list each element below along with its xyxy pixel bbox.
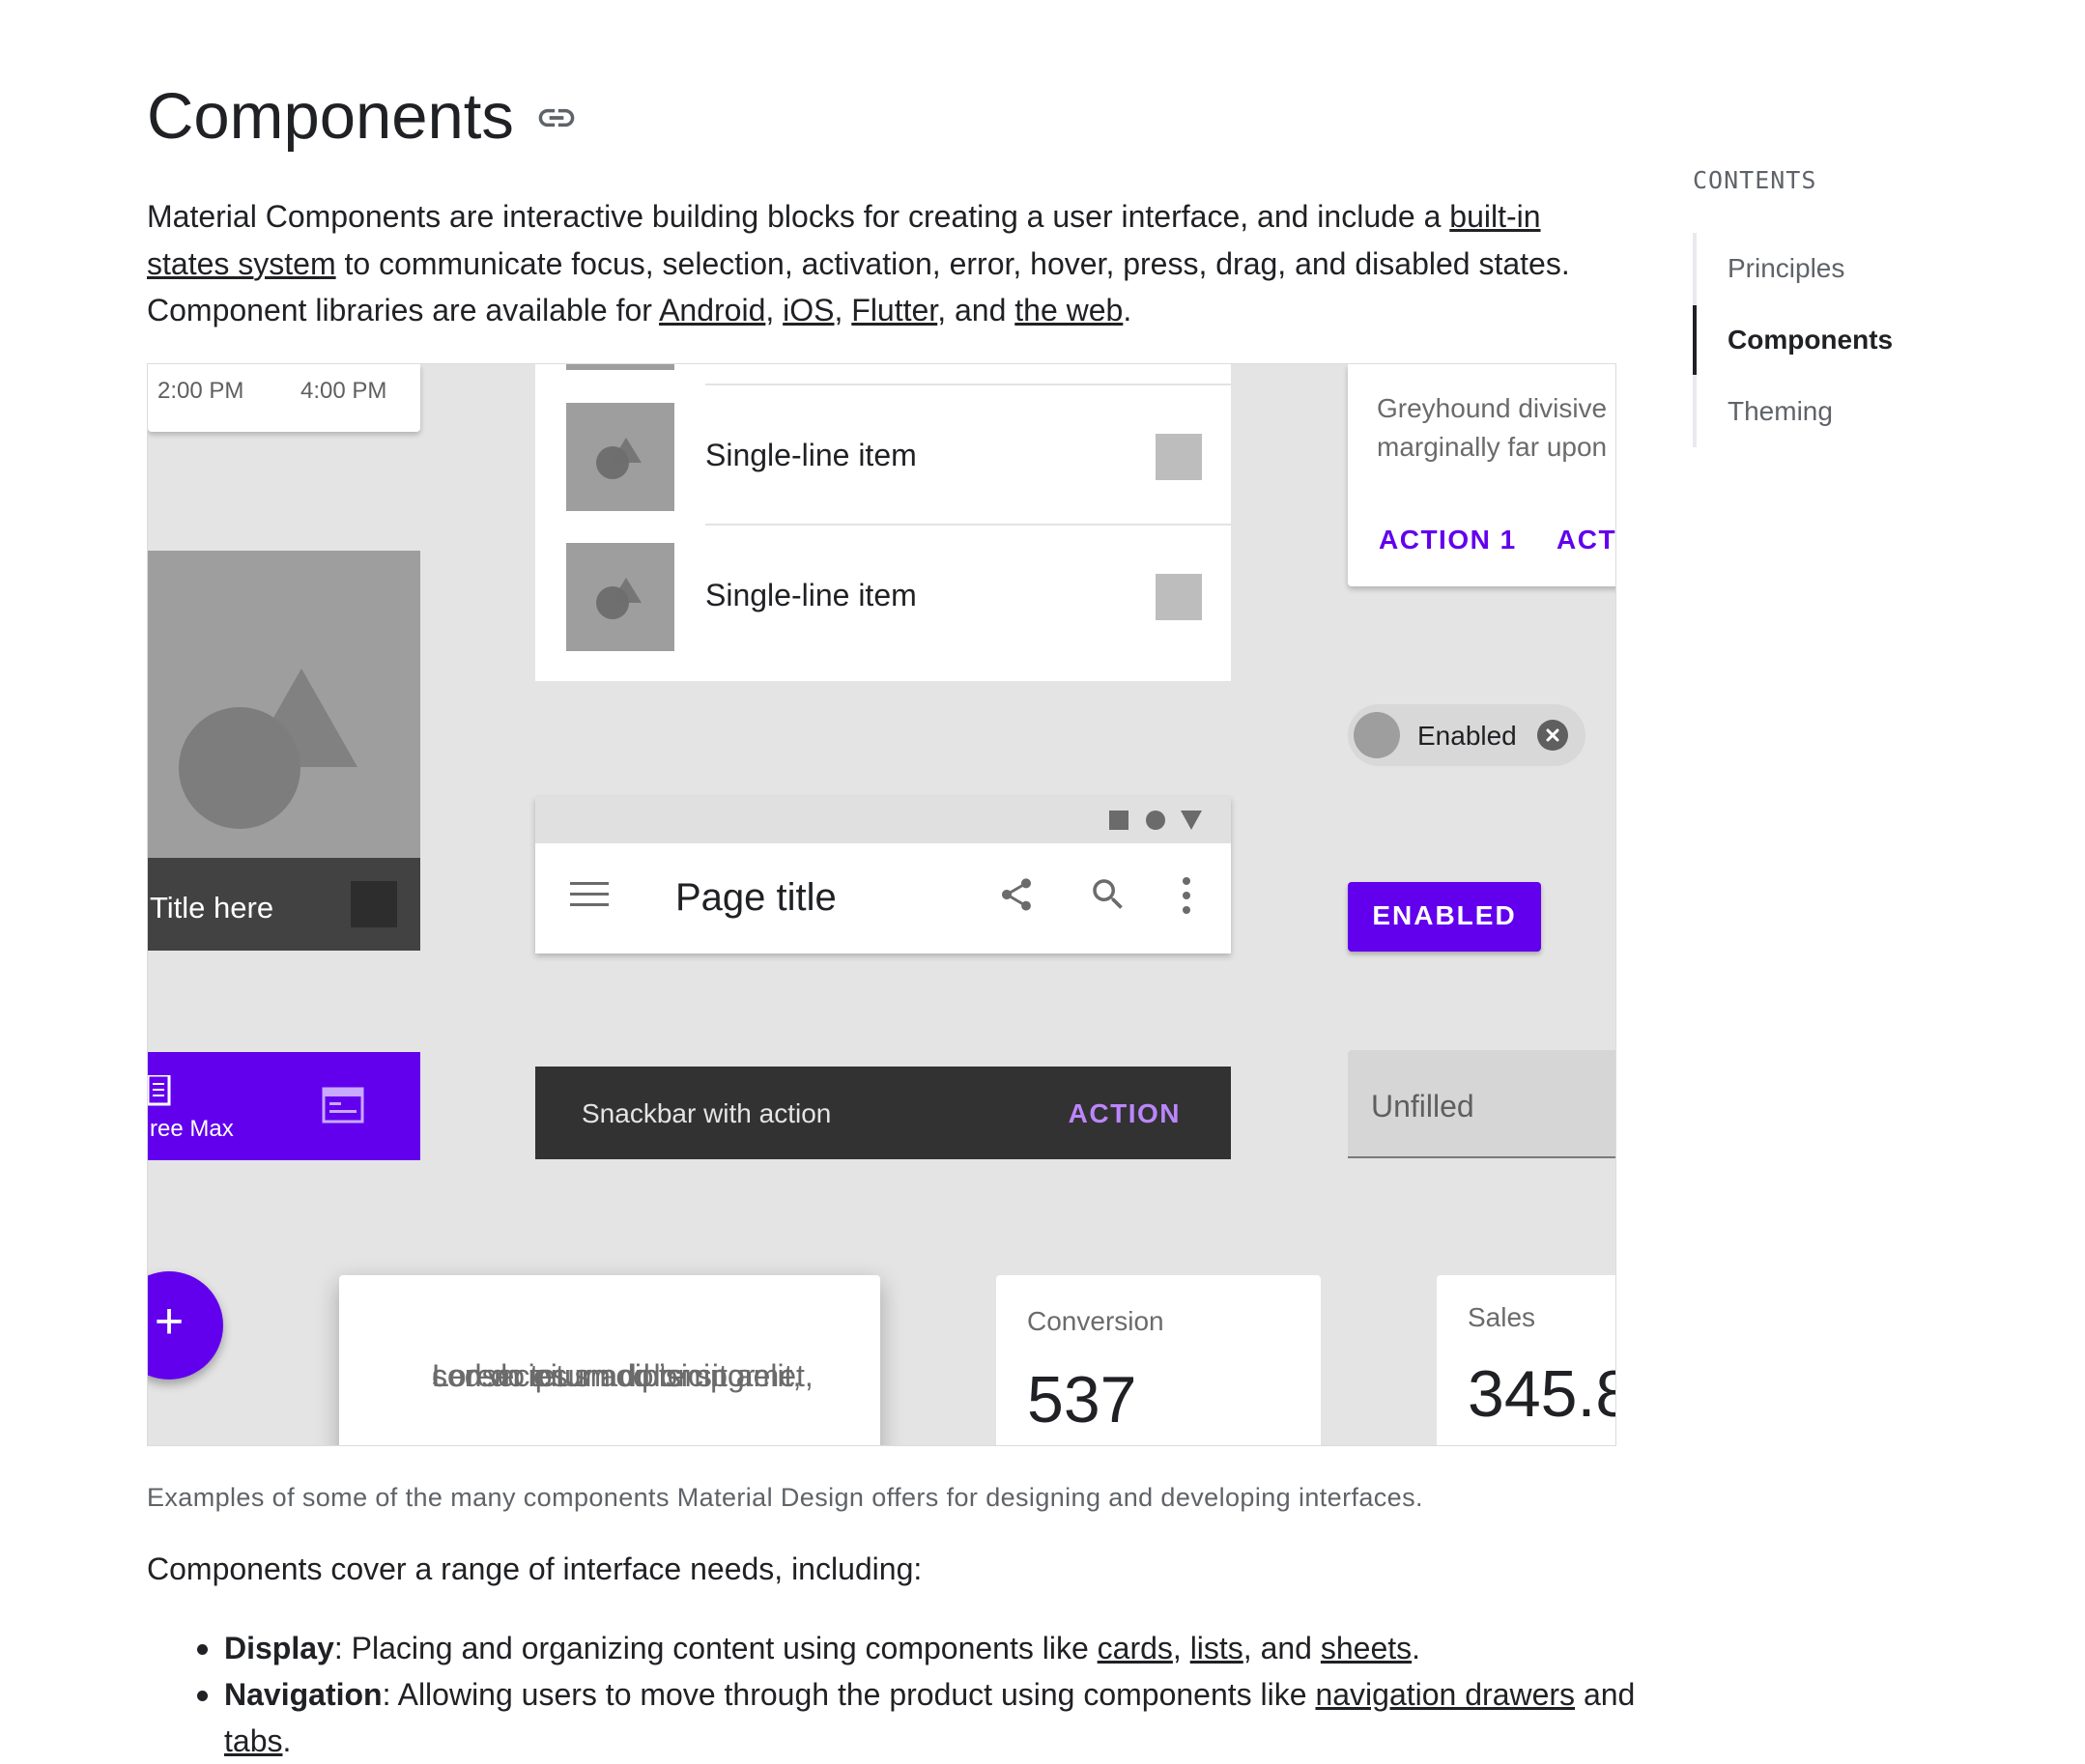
- intro-paragraph: Material Components are interactive buil…: [147, 193, 1615, 334]
- toc-item-components[interactable]: Components: [1728, 325, 1893, 356]
- toc-item-theming[interactable]: Theming: [1728, 396, 1833, 427]
- hero-caption: Examples of some of the many components …: [147, 1483, 1423, 1512]
- time-picker-card: 2:00 PM 4:00 PM: [148, 364, 420, 432]
- separator: ,: [1172, 1631, 1190, 1665]
- plus-icon: +: [154, 1294, 185, 1350]
- calendar-icon[interactable]: [322, 1085, 364, 1124]
- web-link[interactable]: the web: [1014, 293, 1123, 327]
- more-vert-icon[interactable]: [1181, 876, 1192, 915]
- cards-link[interactable]: cards: [1098, 1631, 1173, 1665]
- ios-link[interactable]: iOS: [783, 293, 834, 327]
- shapes-icon: [179, 669, 357, 829]
- enabled-button[interactable]: ENABLED: [1348, 882, 1541, 952]
- text-line: sed do eiusmod tempor: [432, 1358, 756, 1393]
- toc-title: CONTENTS: [1693, 166, 1817, 194]
- list-item-label[interactable]: Single-line item: [705, 438, 917, 473]
- chip-avatar: [1354, 712, 1400, 758]
- tabs-link[interactable]: tabs: [224, 1723, 282, 1758]
- sheets-link[interactable]: sheets: [1321, 1631, 1412, 1665]
- list-thumb-partial: [566, 364, 674, 370]
- text-card: Lorem ipsum dolor sit amet, consectetur …: [339, 1275, 880, 1445]
- status-bar: [535, 797, 1231, 843]
- search-icon[interactable]: [1088, 874, 1128, 915]
- snackbar: Snackbar with action ACTION: [535, 1067, 1231, 1159]
- separator: ,: [834, 293, 852, 327]
- link-icon[interactable]: [535, 97, 578, 139]
- bullet-text: : Placing and organizing content using c…: [333, 1631, 1098, 1665]
- sales-stat-card: Sales 345.8: [1437, 1275, 1616, 1445]
- bottom-navigation: ree Max: [148, 1052, 420, 1160]
- bullet-text: : Allowing users to move through the pro…: [382, 1677, 1316, 1712]
- bullet-term: Navigation: [224, 1677, 383, 1712]
- text-field-label: Unfilled: [1371, 1089, 1474, 1124]
- shapes-icon: [566, 543, 674, 651]
- dialog-card: Greyhound divisive marginally far upon A…: [1348, 364, 1615, 586]
- stat-value: 345.8: [1468, 1357, 1616, 1431]
- shapes-icon: [566, 403, 674, 511]
- separator: .: [1123, 293, 1132, 327]
- android-link[interactable]: Android: [659, 293, 765, 327]
- flutter-link[interactable]: Flutter: [851, 293, 937, 327]
- time-label: 2:00 PM: [157, 378, 244, 404]
- list-divider: [705, 524, 1231, 526]
- list-card: Single-line item Single-line item: [535, 364, 1231, 681]
- dialog-line: Greyhound divisive: [1377, 393, 1608, 423]
- snackbar-message: Snackbar with action: [582, 1098, 832, 1128]
- components-intro: Components cover a range of interface ne…: [147, 1551, 923, 1586]
- bullet-term: Display: [224, 1631, 334, 1665]
- floating-action-button[interactable]: +: [148, 1271, 223, 1380]
- separator: .: [282, 1723, 292, 1758]
- share-icon[interactable]: [997, 874, 1036, 915]
- document-icon[interactable]: [148, 1075, 171, 1106]
- list-item-checkbox[interactable]: [1156, 434, 1202, 480]
- separator: ,: [765, 293, 784, 327]
- stat-value: 537: [1027, 1363, 1137, 1437]
- navigation-drawers-link[interactable]: navigation drawers: [1315, 1677, 1575, 1712]
- conversion-stat-card: Conversion 537: [996, 1275, 1321, 1445]
- stat-label: Sales: [1468, 1302, 1536, 1332]
- separator: .: [1412, 1631, 1421, 1665]
- image-card[interactable]: Title here: [148, 551, 420, 951]
- input-chip[interactable]: Enabled: [1348, 704, 1585, 766]
- page-title: Components: [147, 80, 514, 153]
- toc-item-principles[interactable]: Principles: [1728, 253, 1844, 284]
- filled-text-field[interactable]: Unfilled: [1348, 1050, 1615, 1158]
- top-app-bar: Page title: [535, 797, 1231, 953]
- snackbar-action-button[interactable]: ACTION: [1069, 1098, 1181, 1129]
- stat-label: Conversion: [1027, 1306, 1164, 1336]
- dialog-action-2-button[interactable]: ACTI: [1557, 525, 1615, 555]
- dialog-action-1-button[interactable]: ACTION 1: [1379, 525, 1517, 555]
- dialog-line: marginally far upon: [1377, 432, 1608, 462]
- bottom-nav-label[interactable]: ree Max: [150, 1116, 234, 1143]
- components-list: Display: Placing and organizing content …: [147, 1625, 1654, 1764]
- separator: , and: [1242, 1631, 1321, 1665]
- image-card-action[interactable]: [351, 881, 397, 927]
- image-card-caption: Title here: [148, 858, 420, 951]
- button-label: ENABLED: [1372, 900, 1517, 930]
- image-card-title: Title here: [150, 891, 274, 925]
- list-divider: [705, 384, 1231, 385]
- dialog-body: Greyhound divisive marginally far upon: [1377, 389, 1615, 467]
- components-hero-image: 2:00 PM 4:00 PM Single-line item Single-…: [147, 363, 1616, 1446]
- intro-text: Material Components are interactive buil…: [147, 199, 1450, 234]
- time-label: 4:00 PM: [300, 378, 387, 404]
- close-icon[interactable]: [1537, 720, 1568, 751]
- list-item-navigation: Navigation: Allowing users to move throu…: [147, 1671, 1693, 1764]
- toc-active-indicator: [1693, 305, 1697, 375]
- separator: , and: [937, 293, 1015, 327]
- list-item-display: Display: Placing and organizing content …: [147, 1625, 1693, 1671]
- lists-link[interactable]: lists: [1190, 1631, 1243, 1665]
- list-item-checkbox[interactable]: [1156, 574, 1202, 620]
- app-bar-title: Page title: [675, 876, 837, 919]
- chip-label: Enabled: [1417, 721, 1517, 751]
- separator: and: [1575, 1677, 1636, 1712]
- list-item-label[interactable]: Single-line item: [705, 578, 917, 613]
- menu-icon[interactable]: [570, 878, 609, 909]
- status-icons: [1109, 811, 1202, 830]
